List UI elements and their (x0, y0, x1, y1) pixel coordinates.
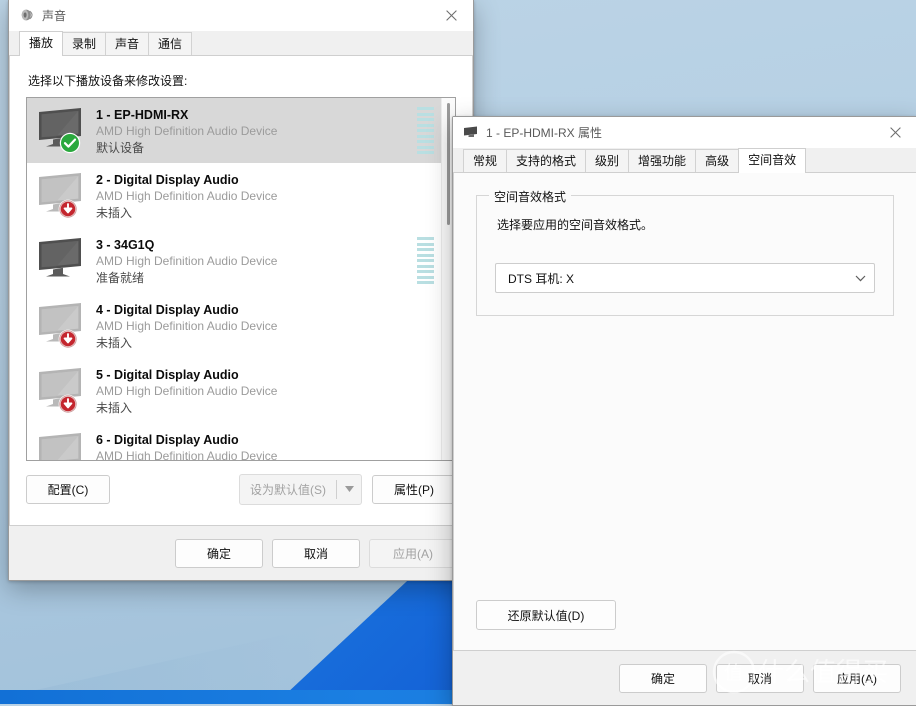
device-name: 1 - EP-HDMI-RX (96, 108, 189, 122)
monitor-icon-active-icon (36, 236, 90, 286)
ok-button[interactable]: 确定 (175, 538, 263, 568)
sound-tab-3[interactable]: 通信 (148, 32, 193, 55)
configure-button[interactable]: 配置(C) (26, 474, 110, 504)
playback-device-list[interactable]: 1 - EP-HDMI-RX AMD High Definition Audio … (26, 97, 456, 461)
device-info: 5 - Digital Display Audio AMD High Defini… (90, 363, 277, 416)
device-list-item[interactable]: 2 - Digital Display Audio AMD High Defini… (27, 163, 442, 228)
sound-dialog-title: 声音 (42, 8, 67, 23)
volume-level-meter (417, 237, 434, 284)
device-info: 2 - Digital Display Audio AMD High Defini… (90, 168, 277, 221)
properties-dialog-tabstrip: 常规 支持的格式 级别 增强功能 高级 空间音效 (453, 148, 916, 173)
device-driver: AMD High Definition Audio Device (96, 254, 278, 268)
device-list-item[interactable]: 1 - EP-HDMI-RX AMD High Definition Audio … (27, 98, 442, 163)
spatial-format-description: 选择要应用的空间音效格式。 (497, 218, 654, 232)
device-driver: AMD High Definition Audio Device (96, 189, 278, 203)
device-name: 4 - Digital Display Audio (96, 303, 239, 317)
device-driver: AMD High Definition Audio Device (96, 319, 278, 333)
sound-tab-2[interactable]: 声音 (105, 32, 150, 55)
device-driver: AMD High Definition Audio Device (96, 449, 278, 460)
device-info: 6 - Digital Display Audio AMD High Defini… (90, 428, 277, 460)
properties-dialog-footer: 确定 取消 应用(A) (453, 651, 916, 705)
spatial-format-combobox[interactable]: DTS 耳机: X (495, 263, 875, 293)
restore-defaults-row: 还原默认值(D) (476, 600, 916, 650)
set-default-split-button[interactable]: 设为默认值(S) (239, 473, 362, 505)
spatial-audio-tabpage: 空间音效格式 选择要应用的空间音效格式。 DTS 耳机: X 还原默认值(D) (453, 173, 916, 651)
properties-dialog-title: 1 - EP-HDMI-RX 属性 (486, 125, 603, 140)
monitor-icon-disabled-icon (36, 366, 90, 416)
sound-tab-0[interactable]: 播放 (19, 31, 64, 56)
apply-button[interactable]: 应用(A) (813, 663, 901, 693)
device-list-item[interactable]: 6 - Digital Display Audio AMD High Defini… (27, 423, 442, 460)
ok-button[interactable]: 确定 (619, 663, 707, 693)
properties-button[interactable]: 属性(P) (372, 474, 456, 504)
device-driver: AMD High Definition Audio Device (96, 124, 278, 138)
sound-dialog-titlebar[interactable]: 声音 (9, 0, 473, 31)
playback-hint-label: 选择以下播放设备来修改设置: (28, 74, 188, 88)
monitor-icon-disabled-icon (36, 431, 90, 460)
sound-dialog-tabstrip: 播放 录制 声音 通信 (9, 31, 473, 56)
volume-level-meter (417, 107, 434, 154)
device-status: 未插入 (96, 336, 133, 350)
device-name: 5 - Digital Display Audio (96, 368, 239, 382)
set-default-button-label: 设为默认值(S) (250, 482, 326, 497)
device-name: 2 - Digital Display Audio (96, 173, 239, 187)
device-properties-dialog: 1 - EP-HDMI-RX 属性 常规 支持的格式 级别 增强功能 高级 空间音效 空间… (452, 116, 916, 706)
device-info: 1 - EP-HDMI-RX AMD High Definition Audio … (90, 103, 277, 156)
spatial-format-selected-value: DTS 耳机: X (508, 271, 575, 286)
device-status: 未插入 (96, 401, 133, 415)
device-info: 4 - Digital Display Audio AMD High Defini… (90, 298, 277, 351)
device-info: 3 - 34G1Q AMD High Definition Audio Devic… (90, 233, 277, 286)
monitor-icon-active-icon (36, 106, 90, 156)
device-list-item[interactable]: 3 - 34G1Q AMD High Definition Audio Devic… (27, 228, 442, 293)
monitor-icon-disabled-icon (36, 171, 90, 221)
monitor-icon-disabled-icon (36, 301, 90, 351)
chevron-down-icon[interactable] (855, 271, 866, 285)
monitor-icon (463, 124, 479, 140)
sound-dialog-footer: 确定 取消 应用(A) (9, 526, 473, 580)
scrollbar-thumb[interactable] (447, 103, 450, 225)
device-status: 准备就绪 (96, 271, 145, 285)
device-list-item[interactable]: 4 - Digital Display Audio AMD High Defini… (27, 293, 442, 358)
device-name: 3 - 34G1Q (96, 238, 155, 252)
sound-dialog: 声音 播放 录制 声音 通信 选择以下播放设备来修改设置: 1 - EP-HDMI-R… (8, 0, 474, 581)
properties-tab-4[interactable]: 高级 (695, 149, 740, 172)
device-list-item[interactable]: 5 - Digital Display Audio AMD High Defini… (27, 358, 442, 423)
device-status: 默认设备 (96, 141, 145, 155)
sound-playback-tabpage: 选择以下播放设备来修改设置: 1 - EP-HDMI-RX AMD High De… (9, 56, 473, 526)
apply-button: 应用(A) (369, 538, 457, 568)
device-driver: AMD High Definition Audio Device (96, 384, 278, 398)
properties-dialog-titlebar[interactable]: 1 - EP-HDMI-RX 属性 (453, 117, 916, 148)
properties-tab-3[interactable]: 增强功能 (628, 149, 697, 172)
close-icon[interactable] (429, 0, 473, 30)
cancel-button[interactable]: 取消 (716, 663, 804, 693)
sound-speaker-icon (19, 7, 35, 23)
device-name: 6 - Digital Display Audio (96, 433, 239, 447)
chevron-down-icon[interactable] (337, 475, 361, 504)
spatial-format-group-title: 空间音效格式 (489, 188, 572, 205)
close-icon[interactable] (873, 117, 916, 147)
device-status: 未插入 (96, 206, 133, 220)
cancel-button[interactable]: 取消 (272, 538, 360, 568)
sound-tab-1[interactable]: 录制 (62, 32, 107, 55)
device-action-buttons: 配置(C) 设为默认值(S) 属性(P) (26, 473, 456, 505)
restore-defaults-button[interactable]: 还原默认值(D) (476, 600, 616, 630)
properties-tab-2[interactable]: 级别 (585, 149, 630, 172)
properties-tab-1[interactable]: 支持的格式 (506, 149, 587, 172)
spatial-format-groupbox: 空间音效格式 选择要应用的空间音效格式。 DTS 耳机: X (476, 188, 894, 316)
properties-tab-5[interactable]: 空间音效 (738, 148, 807, 173)
properties-tab-0[interactable]: 常规 (463, 149, 508, 172)
